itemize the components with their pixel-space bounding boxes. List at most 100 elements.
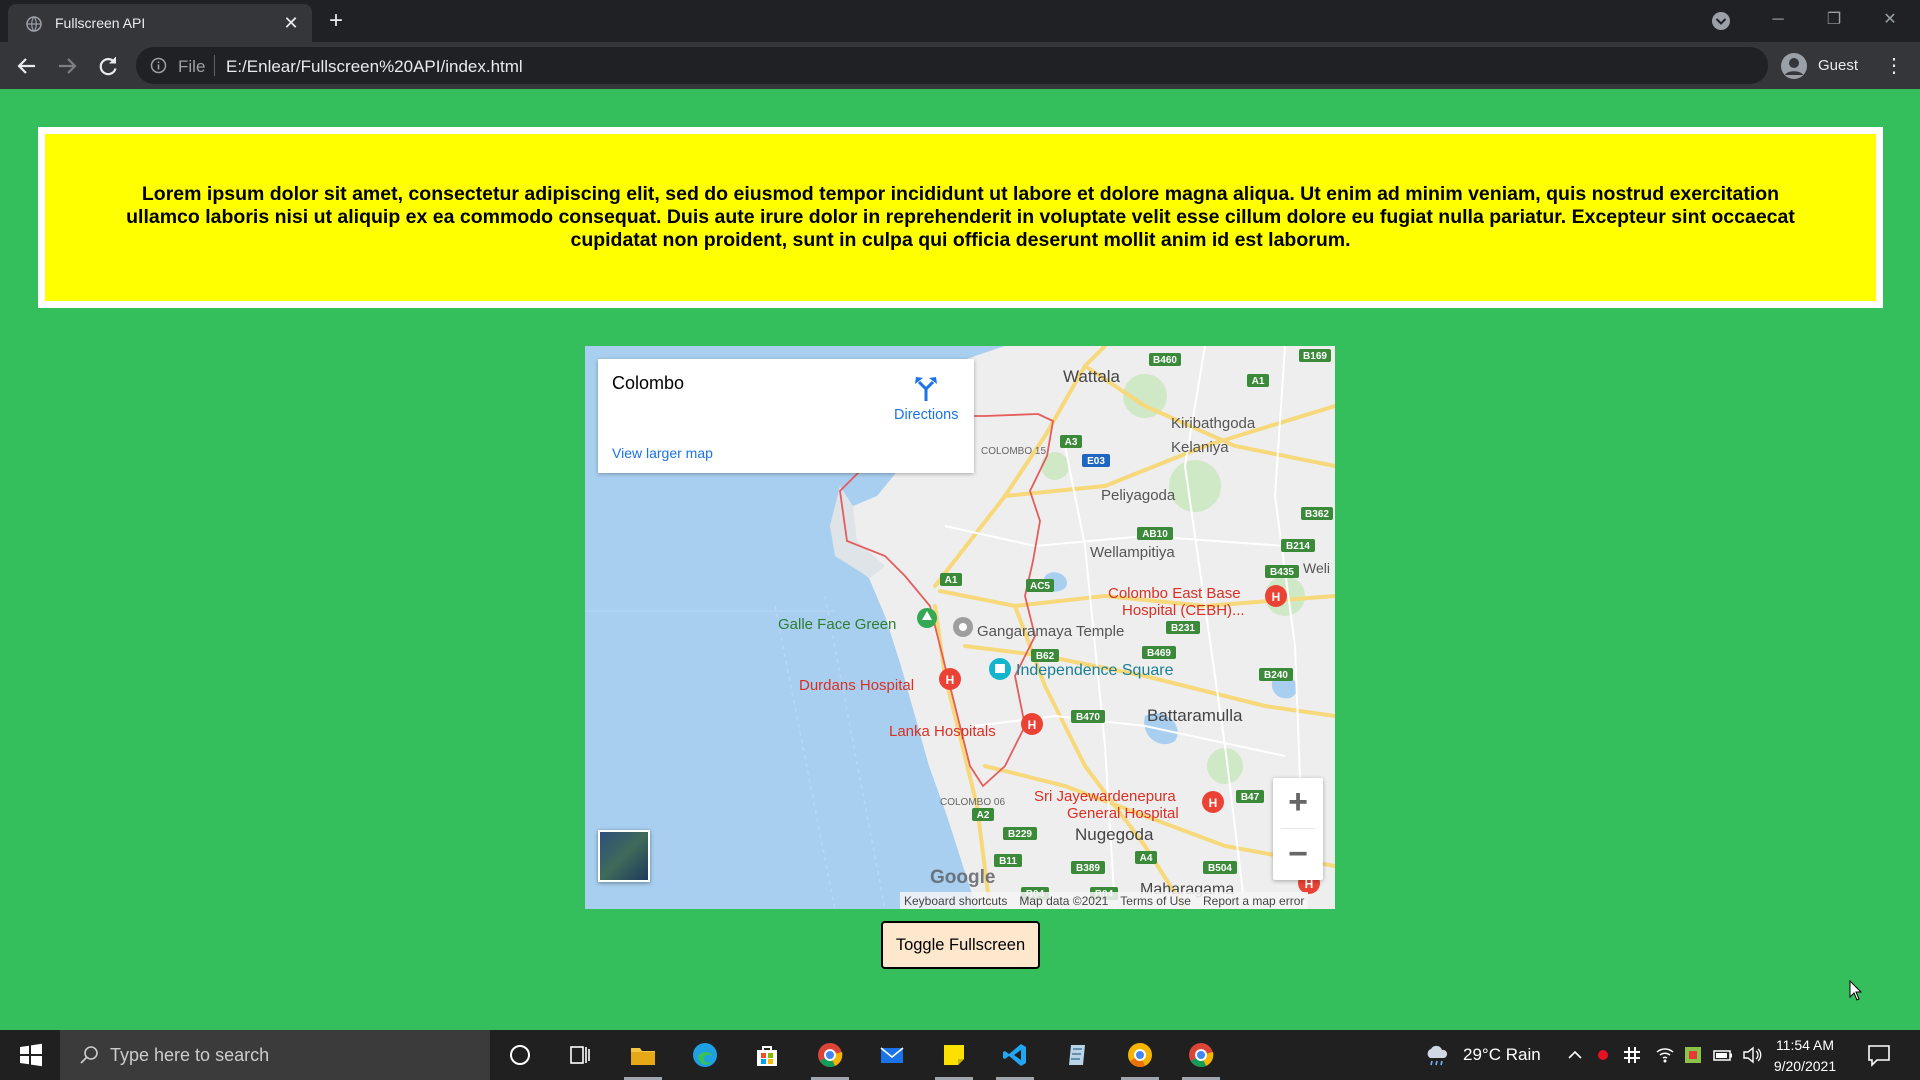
place-label: COLOMBO 06 — [940, 797, 1005, 808]
svg-text:A1: A1 — [1252, 376, 1265, 387]
browser-tab[interactable]: Fullscreen API ✕ — [8, 4, 312, 42]
svg-text:E03: E03 — [1087, 456, 1105, 467]
store-icon[interactable] — [740, 1030, 794, 1080]
reload-icon[interactable] — [92, 50, 124, 82]
zoom-in-icon[interactable]: + — [1273, 778, 1323, 828]
info-icon[interactable] — [150, 57, 167, 74]
svg-text:B362: B362 — [1305, 509, 1329, 520]
svg-text:H: H — [1028, 718, 1037, 732]
new-tab-icon[interactable]: + — [322, 8, 350, 36]
cortana-icon[interactable] — [493, 1030, 547, 1080]
notification-icon[interactable] — [1866, 1043, 1892, 1067]
hospital-pin-icon[interactable]: H — [1021, 713, 1043, 735]
directions-icon[interactable] — [912, 375, 940, 403]
close-window-icon[interactable]: ✕ — [1868, 6, 1912, 34]
svg-text:A1: A1 — [945, 575, 958, 586]
keyboard-shortcuts-link[interactable]: Keyboard shortcuts — [904, 894, 1007, 908]
app-tray-icon[interactable] — [1682, 1044, 1704, 1066]
svg-text:AB10: AB10 — [1142, 529, 1168, 540]
restore-icon[interactable]: ❐ — [1812, 6, 1856, 34]
road-shield: B470 — [1071, 710, 1105, 723]
place-label: COLOMBO 15 — [981, 446, 1046, 457]
svg-text:B229: B229 — [1008, 829, 1032, 840]
map-place-name: Colombo — [612, 373, 685, 393]
toggle-fullscreen-button[interactable]: Toggle Fullscreen — [881, 921, 1040, 969]
vscode-icon[interactable] — [988, 1030, 1042, 1080]
profile-button[interactable]: Guest — [1780, 50, 1872, 82]
chevron-up-icon[interactable] — [1564, 1044, 1586, 1066]
road-shield: B389 — [1071, 861, 1105, 874]
slack-icon[interactable] — [1621, 1044, 1643, 1066]
temple-pin-icon[interactable] — [953, 617, 973, 637]
browser-tab-strip: Fullscreen API ✕ + ─ ❐ ✕ — [0, 0, 1920, 42]
app-icon[interactable] — [1050, 1030, 1104, 1080]
view-larger-map-link[interactable]: View larger map — [612, 445, 713, 461]
windows-start-icon[interactable] — [0, 1030, 60, 1080]
place-label: Weli — [1303, 560, 1330, 576]
svg-text:B169: B169 — [1303, 351, 1327, 362]
omnibox-divider — [214, 55, 215, 76]
file-explorer-icon[interactable] — [616, 1030, 670, 1080]
hospital-pin-icon[interactable]: H — [939, 668, 961, 690]
lorem-banner: Lorem ipsum dolor sit amet, consectetur … — [38, 127, 1883, 308]
clock-date[interactable]: 9/20/2021 — [1760, 1058, 1850, 1074]
road-shield: B47 — [1236, 790, 1264, 803]
sticky-notes-icon[interactable] — [927, 1030, 981, 1080]
place-label: Battaramulla — [1147, 706, 1243, 725]
map-footer: Keyboard shortcuts Map data ©2021 Terms … — [900, 892, 1309, 909]
svg-text:B389: B389 — [1076, 863, 1100, 874]
record-icon[interactable] — [1592, 1044, 1614, 1066]
chrome-profile-icon[interactable] — [803, 1030, 857, 1080]
place-label: Independence Square — [1016, 662, 1174, 679]
svg-text:B504: B504 — [1208, 863, 1232, 874]
tab-search-icon[interactable] — [1710, 10, 1732, 32]
avatar-icon — [1781, 53, 1807, 79]
road-shield: E03 — [1082, 454, 1110, 467]
edge-icon[interactable] — [678, 1030, 732, 1080]
embedded-map[interactable]: B460 B169 A1 A3 E03 B362 AB10 B214 B435 … — [585, 346, 1335, 909]
hospital-pin-icon[interactable]: H — [1265, 585, 1287, 607]
taskbar-search-box[interactable]: Type here to search — [60, 1030, 490, 1080]
battery-icon[interactable] — [1712, 1044, 1734, 1066]
svg-text:B240: B240 — [1264, 670, 1288, 681]
hospital-pin-icon[interactable]: H — [1202, 791, 1224, 813]
road-shield: A4 — [1135, 851, 1157, 864]
forward-icon[interactable] — [51, 50, 83, 82]
satellite-toggle-button[interactable] — [598, 830, 650, 882]
park-pin-icon[interactable] — [917, 608, 937, 628]
back-icon[interactable] — [11, 50, 43, 82]
globe-icon — [26, 16, 42, 32]
road-shield: B169 — [1299, 349, 1331, 362]
tab-close-icon[interactable]: ✕ — [280, 12, 302, 34]
task-view-icon[interactable] — [553, 1030, 607, 1080]
weather-text[interactable]: 29°C Rain — [1463, 1045, 1541, 1065]
minimize-icon[interactable]: ─ — [1756, 6, 1800, 34]
windows-taskbar: Type here to search 29°C Rain 11:54 AM 9… — [0, 1030, 1920, 1080]
chrome-icon[interactable] — [1174, 1030, 1228, 1080]
road-shield: A3 — [1060, 435, 1082, 448]
mail-icon[interactable] — [865, 1030, 919, 1080]
svg-text:B62: B62 — [1036, 651, 1055, 662]
report-error-link[interactable]: Report a map error — [1203, 894, 1304, 908]
rain-cloud-icon[interactable] — [1424, 1043, 1450, 1067]
kebab-menu-icon[interactable]: ⋮ — [1880, 50, 1908, 82]
road-shield: B214 — [1281, 539, 1315, 552]
road-shield: A1 — [940, 573, 962, 586]
chrome-canary-icon[interactable] — [1113, 1030, 1167, 1080]
directions-link[interactable]: Directions — [894, 407, 958, 423]
svg-text:AC5: AC5 — [1030, 581, 1050, 592]
landmark-pin-icon[interactable] — [989, 658, 1011, 680]
wifi-icon[interactable] — [1654, 1044, 1676, 1066]
place-label: Wellampitiya — [1090, 544, 1175, 561]
lorem-text: Lorem ipsum dolor sit amet, consectetur … — [126, 183, 1795, 251]
place-label: Nugegoda — [1075, 825, 1154, 844]
mouse-cursor-icon — [1849, 980, 1863, 1001]
clock-time[interactable]: 11:54 AM — [1760, 1037, 1850, 1053]
terms-link[interactable]: Terms of Use — [1120, 894, 1191, 908]
address-bar[interactable]: File E:/Enlear/Fullscreen%20API/index.ht… — [136, 47, 1768, 84]
map-data-text: Map data ©2021 — [1019, 893, 1109, 908]
zoom-out-icon[interactable]: − — [1273, 830, 1323, 880]
url-text[interactable]: E:/Enlear/Fullscreen%20API/index.html — [226, 57, 523, 77]
place-label: Hospital (CEBH)... — [1122, 602, 1245, 619]
road-shield: B240 — [1259, 668, 1293, 681]
